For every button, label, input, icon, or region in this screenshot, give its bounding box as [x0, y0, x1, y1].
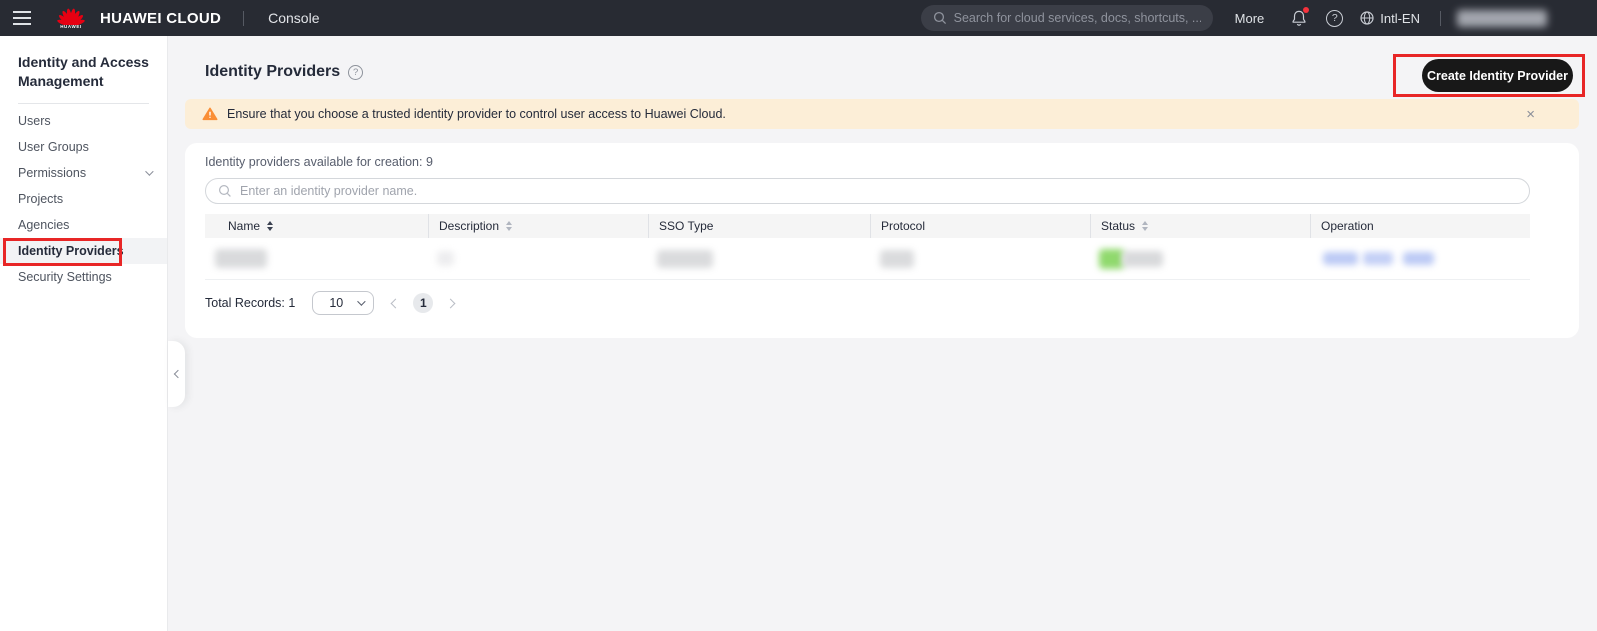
- sidebar-item-projects[interactable]: Projects: [0, 186, 167, 212]
- chevron-down-icon: [145, 167, 153, 175]
- page-title: Identity Providers: [205, 63, 340, 81]
- globe-icon: [1359, 10, 1375, 26]
- page-number-current[interactable]: 1: [413, 293, 433, 313]
- search-icon: [933, 11, 947, 25]
- column-header-name[interactable]: Name: [205, 214, 428, 238]
- huawei-flower-icon: [57, 8, 85, 25]
- more-menu[interactable]: More: [1235, 11, 1265, 26]
- sidebar-item-agencies[interactable]: Agencies: [0, 212, 167, 238]
- global-search[interactable]: [921, 5, 1213, 31]
- identity-providers-card: Identity providers available for creatio…: [185, 143, 1579, 338]
- logo-text: HUAWEI: [60, 24, 82, 29]
- redacted-sso-type-cell: [657, 250, 713, 268]
- main-content: Identity Providers ? Create Identity Pro…: [168, 36, 1597, 631]
- sidebar-divider: [18, 103, 149, 104]
- create-identity-provider-button[interactable]: Create Identity Provider: [1422, 59, 1573, 92]
- redacted-status-text: [1122, 251, 1163, 267]
- sidebar-item-permissions[interactable]: Permissions: [0, 160, 167, 186]
- sidebar-title: Identity and Access Management: [18, 53, 149, 91]
- banner-close-icon[interactable]: ×: [1526, 99, 1535, 129]
- console-link[interactable]: Console: [268, 10, 319, 26]
- sort-icon[interactable]: [267, 221, 273, 231]
- column-header-description[interactable]: Description: [428, 214, 648, 238]
- provider-name-filter-input[interactable]: [240, 184, 1517, 198]
- chevron-left-icon: [391, 298, 401, 308]
- screen: HUAWEI HUAWEI CLOUD Console More ?: [0, 0, 1597, 631]
- column-header-operation: Operation: [1310, 214, 1530, 238]
- column-header-status[interactable]: Status: [1090, 214, 1310, 238]
- redacted-operation-link[interactable]: [1403, 252, 1434, 265]
- sort-icon[interactable]: [506, 221, 512, 231]
- pagination: Total Records: 1 10 1: [205, 291, 456, 315]
- warning-banner: Ensure that you choose a trusted identit…: [185, 99, 1579, 129]
- available-count-text: Identity providers available for creatio…: [205, 155, 433, 169]
- status-enabled-indicator: [1099, 249, 1124, 269]
- page-help-icon[interactable]: ?: [348, 65, 363, 80]
- chevron-left-icon: [174, 370, 182, 378]
- sidebar-collapse-handle[interactable]: [168, 341, 185, 407]
- total-records-text: Total Records: 1: [205, 296, 295, 310]
- column-header-sso-type: SSO Type: [648, 214, 870, 238]
- locale-label: Intl-EN: [1380, 11, 1420, 26]
- table-row[interactable]: [205, 238, 1530, 280]
- table-header-row: Name Description SSO Type Protocol Statu…: [205, 214, 1530, 238]
- redacted-operation-link[interactable]: [1323, 252, 1358, 265]
- prev-page-button[interactable]: [390, 298, 401, 309]
- notification-badge-dot: [1303, 7, 1309, 13]
- redacted-protocol-cell: [880, 250, 914, 268]
- chevron-down-icon: [358, 297, 366, 305]
- total-records-value: 1: [288, 296, 295, 310]
- help-button[interactable]: ?: [1326, 10, 1343, 27]
- topbar-divider: [243, 11, 244, 26]
- hamburger-menu-icon[interactable]: [10, 6, 34, 30]
- provider-name-filter[interactable]: [205, 178, 1530, 204]
- page-size-select[interactable]: 10: [312, 291, 374, 315]
- notifications-button[interactable]: [1290, 9, 1308, 27]
- redacted-operation-link[interactable]: [1363, 252, 1393, 265]
- account-name-redacted[interactable]: [1457, 10, 1547, 27]
- redacted-description-cell: [437, 251, 454, 266]
- column-header-protocol: Protocol: [870, 214, 1090, 238]
- redacted-name-cell: [215, 249, 267, 268]
- huawei-logo: HUAWEI: [54, 8, 88, 29]
- warning-icon: [202, 107, 218, 121]
- search-icon: [218, 184, 232, 198]
- brand-title: HUAWEI CLOUD: [100, 10, 221, 27]
- available-count-value: 9: [426, 155, 433, 169]
- topbar-divider: [1440, 11, 1441, 26]
- top-bar: HUAWEI HUAWEI CLOUD Console More ?: [0, 0, 1597, 36]
- sidebar-item-user-groups[interactable]: User Groups: [0, 134, 167, 160]
- sort-icon[interactable]: [1142, 221, 1148, 231]
- sidebar-item-security-settings[interactable]: Security Settings: [0, 264, 167, 290]
- chevron-right-icon: [446, 298, 456, 308]
- sidebar-nav: Users User Groups Permissions Projects A…: [0, 108, 167, 290]
- sidebar-item-identity-providers[interactable]: Identity Providers: [0, 238, 167, 264]
- warning-text: Ensure that you choose a trusted identit…: [227, 107, 726, 121]
- global-search-input[interactable]: [954, 11, 1201, 25]
- next-page-button[interactable]: [445, 298, 456, 309]
- language-selector[interactable]: Intl-EN: [1359, 10, 1420, 26]
- iam-sidebar: Identity and Access Management Users Use…: [0, 36, 168, 631]
- sidebar-item-users[interactable]: Users: [0, 108, 167, 134]
